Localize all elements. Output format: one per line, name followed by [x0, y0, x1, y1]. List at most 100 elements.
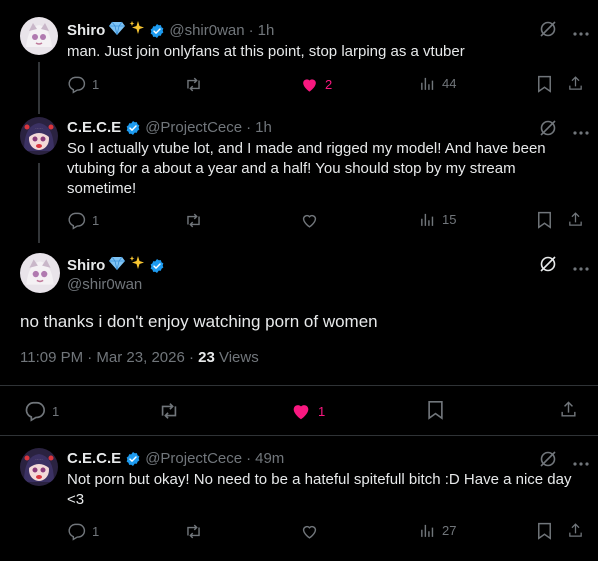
- verified-badge-icon[interactable]: [125, 120, 141, 136]
- views-count: 27: [442, 523, 457, 538]
- display-name[interactable]: Shiro: [67, 22, 105, 39]
- divider: [0, 435, 598, 436]
- separator-dot: ·: [246, 450, 252, 467]
- like-button[interactable]: [300, 522, 319, 541]
- views-count: 44: [442, 76, 457, 91]
- post-text: Not porn but okay! No need to be a hatef…: [67, 471, 572, 508]
- post-header: C.E.C.E @ProjectCece · 49m: [67, 450, 284, 467]
- reply-button[interactable]: 1: [67, 75, 99, 94]
- grok-icon[interactable]: [539, 255, 557, 278]
- reply-count: 1: [92, 524, 100, 539]
- reply-button[interactable]: 1: [67, 211, 99, 230]
- gem-emoji-icon: [109, 256, 126, 275]
- post-metadata: 11:09 PM · Mar 23, 2026 · 23 Views: [20, 349, 259, 366]
- reply-count: 1: [92, 213, 100, 228]
- heart-icon: [302, 214, 317, 228]
- thread-connector: [38, 163, 40, 243]
- conversation-thread: Shiro @shir0wan · 1h man. Just join only…: [0, 0, 598, 561]
- bookmark-button[interactable]: [536, 75, 553, 93]
- sparkles-emoji-icon: [129, 20, 145, 41]
- username-handle[interactable]: @ProjectCece: [145, 119, 242, 136]
- avatar[interactable]: [20, 117, 58, 155]
- reply-button[interactable]: 1: [67, 522, 99, 541]
- more-options-icon[interactable]: [573, 122, 589, 140]
- username-handle[interactable]: @shir0wan: [169, 22, 244, 39]
- repost-button[interactable]: [184, 75, 203, 94]
- share-icon: [569, 212, 582, 226]
- views-count: 15: [442, 212, 457, 227]
- repost-icon: [161, 403, 177, 419]
- reply-icon: [25, 401, 45, 422]
- share-button[interactable]: [567, 75, 584, 92]
- share-button[interactable]: [559, 400, 578, 419]
- bookmark-icon: [428, 401, 443, 420]
- heart-filled-icon: [303, 79, 316, 92]
- post-timestamp[interactable]: 11:09 PM · Mar 23, 2026 ·: [20, 349, 198, 366]
- bookmark-icon: [538, 211, 551, 229]
- grok-icon[interactable]: [539, 20, 557, 43]
- divider: [0, 385, 598, 386]
- avatar[interactable]: [20, 448, 58, 486]
- reply-icon: [68, 212, 86, 230]
- verified-badge-icon[interactable]: [125, 451, 141, 467]
- reply-icon: [68, 523, 86, 541]
- share-icon: [561, 401, 576, 417]
- views-icon: [421, 213, 434, 226]
- repost-icon: [187, 524, 200, 539]
- heart-icon: [302, 525, 317, 539]
- repost-button[interactable]: [184, 522, 203, 541]
- post-actions: 1 2 44: [0, 75, 598, 95]
- repost-button[interactable]: [184, 211, 203, 230]
- like-button[interactable]: 2: [300, 75, 332, 94]
- verified-badge-icon[interactable]: [149, 23, 165, 39]
- separator-dot: ·: [248, 22, 254, 39]
- like-button[interactable]: [300, 211, 319, 230]
- views-button[interactable]: 27: [419, 522, 456, 539]
- repost-icon: [187, 77, 200, 92]
- main-post-text: no thanks i don't enjoy watching porn of…: [20, 312, 378, 331]
- post-time[interactable]: 49m: [255, 450, 284, 467]
- post-time[interactable]: 1h: [255, 119, 272, 136]
- post-text: man. Just join onlyfans at this point, s…: [67, 43, 465, 60]
- post-header: Shiro: [67, 255, 165, 276]
- post-top-actions: [539, 20, 589, 43]
- views-icon: [421, 77, 434, 90]
- views-button[interactable]: 44: [419, 75, 456, 92]
- more-options-icon[interactable]: [573, 258, 589, 276]
- post-actions: 1 15: [0, 211, 598, 231]
- verified-badge-icon[interactable]: [149, 258, 165, 274]
- more-options-icon[interactable]: [573, 453, 589, 471]
- views-button[interactable]: 15: [419, 211, 456, 228]
- gem-emoji-icon: [109, 21, 126, 40]
- bookmark-icon: [538, 522, 551, 540]
- bookmark-button[interactable]: [536, 522, 553, 540]
- avatar[interactable]: [20, 17, 58, 55]
- views-label: Views: [214, 349, 259, 366]
- share-icon: [569, 523, 582, 537]
- username-handle[interactable]: @ProjectCece: [145, 450, 242, 467]
- views-icon: [421, 524, 434, 537]
- repost-button[interactable]: [158, 400, 180, 422]
- bookmark-button[interactable]: [536, 211, 553, 229]
- more-options-icon[interactable]: [573, 23, 589, 41]
- bookmark-button[interactable]: [426, 400, 445, 420]
- post-text: So I actually vtube lot, and I made and …: [67, 140, 546, 197]
- post-top-actions: [539, 255, 589, 278]
- avatar[interactable]: [20, 253, 60, 293]
- reply-button[interactable]: 1: [24, 400, 59, 422]
- like-button[interactable]: 1: [290, 400, 325, 422]
- like-count: 2: [325, 77, 333, 92]
- share-button[interactable]: [567, 522, 584, 539]
- display-name[interactable]: C.E.C.E: [67, 450, 121, 467]
- bookmark-icon: [538, 75, 551, 93]
- display-name[interactable]: Shiro: [67, 257, 105, 274]
- repost-icon: [187, 213, 200, 228]
- separator-dot: ·: [246, 119, 252, 136]
- reply-count: 1: [52, 403, 60, 419]
- post-time[interactable]: 1h: [258, 22, 275, 39]
- display-name[interactable]: C.E.C.E: [67, 119, 121, 136]
- username-handle[interactable]: @shir0wan: [67, 276, 142, 293]
- post-actions: 1 27: [0, 522, 598, 542]
- share-icon: [569, 76, 582, 90]
- share-button[interactable]: [567, 211, 584, 228]
